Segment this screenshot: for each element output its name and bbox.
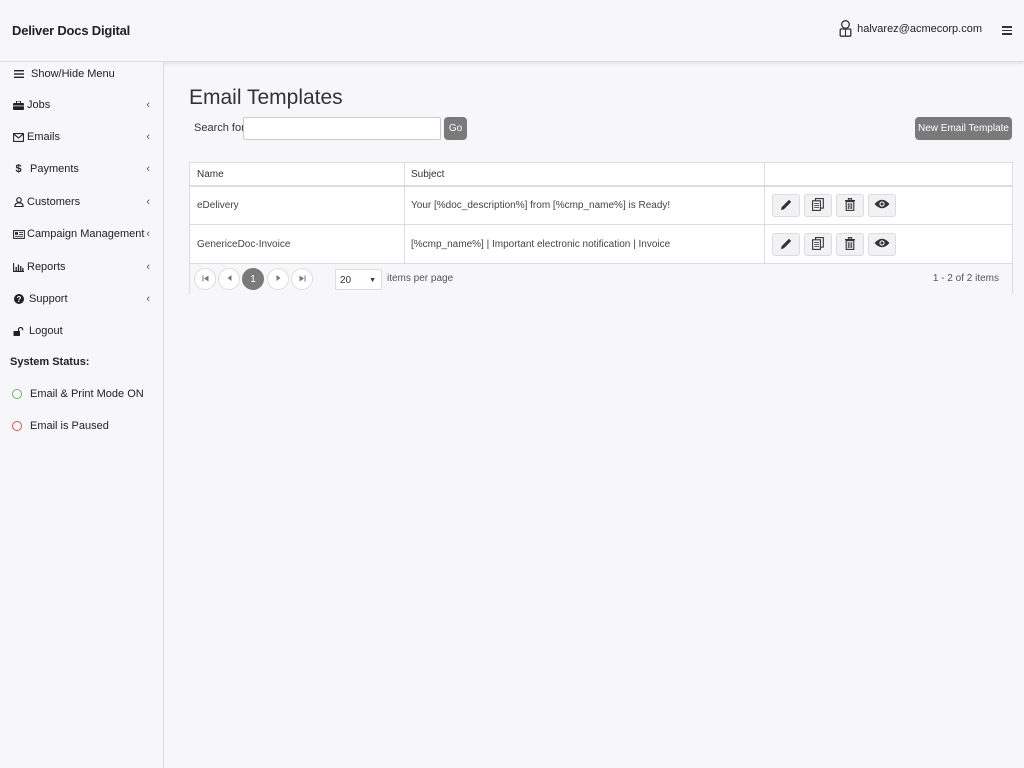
- sidebar-item-customers[interactable]: Customers ‹: [0, 190, 164, 214]
- column-header-subject[interactable]: Subject: [404, 163, 764, 187]
- first-page-icon: [202, 275, 209, 284]
- menu-icon: [12, 70, 25, 78]
- chevron-left-icon: ‹: [146, 99, 150, 111]
- last-page-button[interactable]: [291, 268, 313, 290]
- row-actions: [772, 233, 896, 256]
- svg-text:?: ?: [16, 295, 21, 304]
- chevron-left-icon: ‹: [146, 131, 150, 143]
- cell-name[interactable]: GenericeDoc-Invoice: [190, 226, 290, 264]
- user-icon: [839, 20, 852, 37]
- unlock-icon: [12, 326, 25, 336]
- row-actions: [772, 194, 896, 217]
- status-indicator-red-icon: [12, 421, 22, 431]
- next-page-icon: [276, 275, 281, 283]
- last-page-icon: [299, 275, 306, 284]
- status-indicator-green-icon: [12, 389, 22, 399]
- delete-button[interactable]: [836, 194, 864, 217]
- pager: 1 20 ▼ items per page 1 - 2 of 2 items: [190, 264, 1012, 294]
- hamburger-menu-icon[interactable]: [1002, 26, 1012, 35]
- copy-button[interactable]: [804, 233, 832, 256]
- sidebar-item-label: Emails: [27, 131, 61, 143]
- status-email-paused: Email is Paused: [12, 420, 109, 432]
- newspaper-icon: [12, 229, 25, 239]
- delete-button[interactable]: [836, 233, 864, 256]
- sidebar-item-payments[interactable]: $ Payments ‹: [0, 157, 164, 181]
- chevron-left-icon: ‹: [146, 196, 150, 208]
- search-input[interactable]: [243, 117, 441, 140]
- sidebar: Show/Hide Menu Jobs ‹ Emails ‹ $ Payment…: [0, 62, 164, 768]
- sidebar-item-logout[interactable]: Logout: [0, 319, 164, 343]
- sidebar-item-label: Support: [29, 293, 68, 305]
- copy-icon: [812, 197, 824, 214]
- sidebar-item-label: Customers: [27, 196, 81, 208]
- user-email: halvarez@acmecorp.com: [857, 22, 982, 35]
- top-bar: Deliver Docs Digital halvarez@acmecorp.c…: [0, 0, 1024, 62]
- trash-icon: [844, 236, 856, 253]
- next-page-button[interactable]: [267, 268, 289, 290]
- copy-button[interactable]: [804, 194, 832, 217]
- sidebar-item-jobs[interactable]: Jobs ‹: [0, 93, 164, 117]
- sidebar-item-label: Payments: [30, 163, 79, 175]
- preview-button[interactable]: [868, 233, 896, 256]
- eye-icon: [874, 199, 890, 212]
- cell-subject[interactable]: Your [%doc_description%] from [%cmp_name…: [404, 187, 670, 225]
- eye-icon: [874, 238, 890, 251]
- sidebar-item-show-hide-menu[interactable]: Show/Hide Menu: [0, 62, 164, 86]
- cell-subject[interactable]: [%cmp_name%] | Important electronic noti…: [404, 226, 670, 264]
- sidebar-item-support[interactable]: ? Support ‹: [0, 287, 164, 311]
- go-button[interactable]: Go: [444, 117, 467, 140]
- status-label: Email is Paused: [30, 420, 109, 432]
- new-email-template-button[interactable]: New Email Template: [915, 117, 1012, 140]
- sidebar-item-reports[interactable]: Reports ‹: [0, 255, 164, 279]
- sidebar-item-label: Reports: [27, 261, 66, 273]
- column-header-actions: [764, 163, 1012, 187]
- bar-chart-icon: [12, 262, 25, 272]
- status-email-print-mode: Email & Print Mode ON: [12, 388, 144, 400]
- sidebar-item-label: Show/Hide Menu: [31, 68, 115, 80]
- copy-icon: [812, 236, 824, 253]
- system-status-title: System Status:: [10, 356, 90, 368]
- column-header-name[interactable]: Name: [190, 163, 404, 187]
- item-count: 1 - 2 of 2 items: [932, 273, 999, 284]
- previous-page-icon: [227, 275, 232, 283]
- page-size-value: 20: [340, 275, 352, 286]
- page-size-label: items per page: [387, 273, 454, 284]
- chevron-left-icon: ‹: [146, 261, 150, 273]
- dollar-icon: $: [15, 163, 22, 175]
- chevron-left-icon: ‹: [146, 163, 150, 175]
- table-row[interactable]: eDelivery Your [%doc_description%] from …: [190, 187, 1012, 225]
- envelope-icon: [12, 132, 25, 142]
- email-templates-grid: Name Subject eDelivery Your [%doc_descri…: [189, 162, 1013, 294]
- dropdown-arrow-icon: ▼: [369, 277, 376, 284]
- preview-button[interactable]: [868, 194, 896, 217]
- trash-icon: [844, 197, 856, 214]
- edit-button[interactable]: [772, 194, 800, 217]
- first-page-button[interactable]: [194, 268, 216, 290]
- status-label: Email & Print Mode ON: [30, 388, 144, 400]
- page-title: Email Templates: [189, 86, 343, 109]
- page-size-select[interactable]: 20 ▼: [335, 269, 382, 290]
- user-icon: [12, 197, 25, 207]
- sidebar-item-label: Campaign Management: [27, 228, 145, 240]
- briefcase-icon: [12, 100, 25, 110]
- page-button-current[interactable]: 1: [242, 268, 264, 290]
- table-row[interactable]: GenericeDoc-Invoice [%cmp_name%] | Impor…: [190, 226, 1012, 264]
- sidebar-item-label: Jobs: [27, 99, 51, 111]
- pencil-icon: [780, 237, 793, 253]
- user-menu[interactable]: halvarez@acmecorp.com: [839, 20, 982, 37]
- edit-button[interactable]: [772, 233, 800, 256]
- chevron-left-icon: ‹: [146, 293, 150, 305]
- sidebar-item-emails[interactable]: Emails ‹: [0, 125, 164, 149]
- search-label: Search for:: [194, 122, 248, 134]
- sidebar-item-label: Logout: [29, 325, 63, 337]
- cell-name[interactable]: eDelivery: [190, 187, 239, 225]
- brand-title[interactable]: Deliver Docs Digital: [12, 23, 130, 38]
- sidebar-item-campaign-management[interactable]: Campaign Management ‹: [0, 222, 164, 246]
- previous-page-button[interactable]: [218, 268, 240, 290]
- pencil-icon: [780, 198, 793, 214]
- chevron-left-icon: ‹: [146, 228, 150, 240]
- question-circle-icon: ?: [12, 294, 25, 304]
